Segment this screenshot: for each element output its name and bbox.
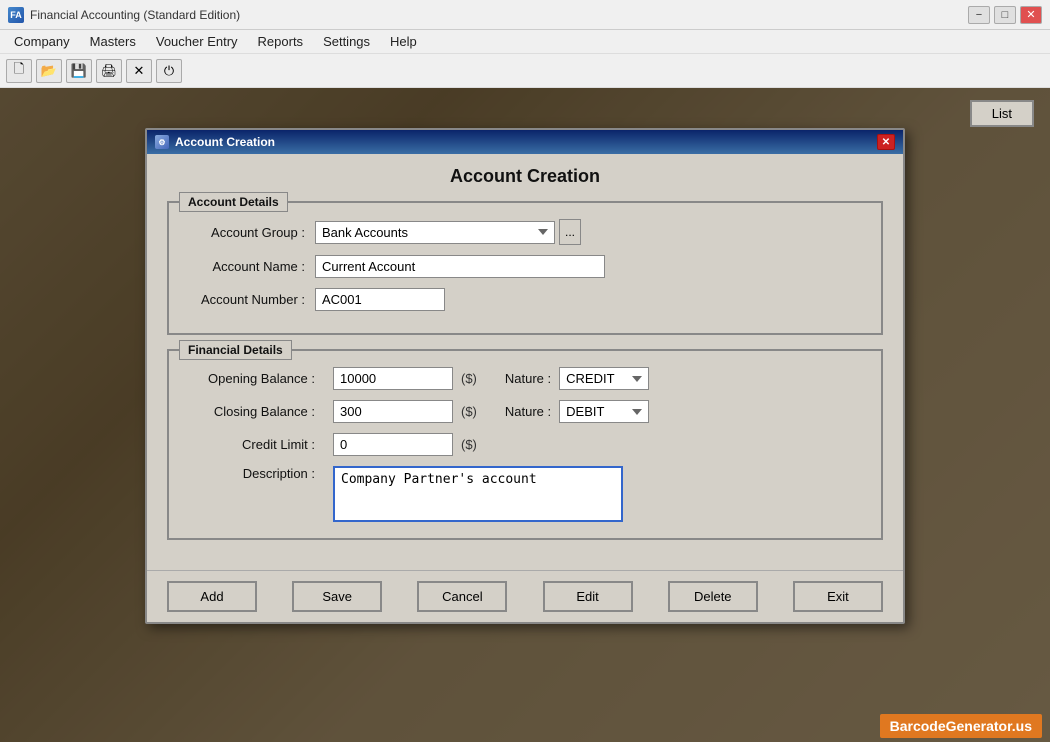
account-group-wrap: Bank AccountsCash Accounts ... bbox=[315, 219, 581, 245]
opening-balance-currency: ($) bbox=[461, 371, 477, 386]
menubar: Company Masters Voucher Entry Reports Se… bbox=[0, 30, 1050, 54]
maximize-button[interactable]: □ bbox=[994, 6, 1016, 24]
dialog-heading: Account Creation bbox=[167, 166, 883, 187]
dialog-title: Account Creation bbox=[175, 135, 877, 149]
dialog-container: ⚙ Account Creation ✕ Account Creation Li… bbox=[0, 88, 1050, 742]
save-icon[interactable]: 💾 bbox=[66, 59, 92, 83]
credit-limit-currency: ($) bbox=[461, 437, 477, 452]
closing-nature-label: Nature : bbox=[505, 404, 551, 419]
credit-limit-input[interactable] bbox=[333, 433, 453, 456]
account-group-row: Account Group : Bank AccountsCash Accoun… bbox=[185, 219, 865, 245]
open-icon[interactable]: 📂 bbox=[36, 59, 62, 83]
account-details-label: Account Details bbox=[179, 192, 288, 212]
closing-balance-currency: ($) bbox=[461, 404, 477, 419]
closing-balance-label: Closing Balance : bbox=[185, 404, 325, 419]
minimize-button[interactable]: − bbox=[968, 6, 990, 24]
toolbar: 🗋 📂 💾 🖨 ✕ ⏻ bbox=[0, 54, 1050, 88]
list-button[interactable]: List bbox=[970, 100, 1034, 127]
add-button[interactable]: Add bbox=[167, 581, 257, 612]
menu-voucher-entry[interactable]: Voucher Entry bbox=[146, 32, 248, 51]
account-name-input[interactable] bbox=[315, 255, 605, 278]
dialog-titlebar: ⚙ Account Creation ✕ bbox=[147, 130, 903, 154]
account-name-row: Account Name : bbox=[185, 255, 865, 278]
credit-limit-label: Credit Limit : bbox=[185, 437, 325, 452]
description-label: Description : bbox=[185, 466, 325, 481]
account-group-browse-button[interactable]: ... bbox=[559, 219, 581, 245]
closing-nature-select[interactable]: DEBITCREDIT bbox=[559, 400, 649, 423]
account-number-input[interactable] bbox=[315, 288, 445, 311]
opening-balance-label: Opening Balance : bbox=[185, 371, 325, 386]
exit-icon[interactable]: ⏻ bbox=[156, 59, 182, 83]
cancel-button[interactable]: Cancel bbox=[417, 581, 507, 612]
exit-button[interactable]: Exit bbox=[793, 581, 883, 612]
edit-button[interactable]: Edit bbox=[543, 581, 633, 612]
closing-balance-input[interactable] bbox=[333, 400, 453, 423]
titlebar-buttons: − □ ✕ bbox=[968, 6, 1042, 24]
save-button[interactable]: Save bbox=[292, 581, 382, 612]
menu-company[interactable]: Company bbox=[4, 32, 80, 51]
delete-icon[interactable]: ✕ bbox=[126, 59, 152, 83]
menu-help[interactable]: Help bbox=[380, 32, 427, 51]
account-group-select[interactable]: Bank AccountsCash Accounts bbox=[315, 221, 555, 244]
menu-reports[interactable]: Reports bbox=[248, 32, 314, 51]
financial-details-label: Financial Details bbox=[179, 340, 292, 360]
dialog-body: Account Creation List Account Details Ac… bbox=[147, 154, 903, 570]
menu-settings[interactable]: Settings bbox=[313, 32, 380, 51]
account-number-row: Account Number : bbox=[185, 288, 865, 311]
credit-limit-row: Credit Limit : ($) bbox=[185, 433, 865, 456]
opening-balance-row: Opening Balance : ($) Nature : CREDITDEB… bbox=[185, 367, 865, 390]
description-input[interactable] bbox=[333, 466, 623, 522]
financial-details-section: Financial Details Opening Balance : ($) … bbox=[167, 349, 883, 540]
app-icon: FA bbox=[8, 7, 24, 23]
titlebar: FA Financial Accounting (Standard Editio… bbox=[0, 0, 1050, 30]
watermark: BarcodeGenerator.us bbox=[880, 714, 1042, 738]
close-app-button[interactable]: ✕ bbox=[1020, 6, 1042, 24]
opening-nature-label: Nature : bbox=[505, 371, 551, 386]
account-name-label: Account Name : bbox=[185, 259, 315, 274]
menu-masters[interactable]: Masters bbox=[80, 32, 146, 51]
dialog-close-button[interactable]: ✕ bbox=[877, 134, 895, 150]
description-row: Description : bbox=[185, 466, 865, 522]
account-creation-dialog: ⚙ Account Creation ✕ Account Creation Li… bbox=[145, 128, 905, 624]
print-icon[interactable]: 🖨 bbox=[96, 59, 122, 83]
account-number-label: Account Number : bbox=[185, 292, 315, 307]
app-title: Financial Accounting (Standard Edition) bbox=[30, 8, 968, 22]
account-group-label: Account Group : bbox=[185, 225, 315, 240]
delete-button[interactable]: Delete bbox=[668, 581, 758, 612]
dialog-icon: ⚙ bbox=[155, 135, 169, 149]
closing-balance-row: Closing Balance : ($) Nature : DEBITCRED… bbox=[185, 400, 865, 423]
opening-balance-input[interactable] bbox=[333, 367, 453, 390]
opening-nature-select[interactable]: CREDITDEBIT bbox=[559, 367, 649, 390]
new-icon[interactable]: 🗋 bbox=[6, 59, 32, 83]
account-details-section: Account Details Account Group : Bank Acc… bbox=[167, 201, 883, 335]
button-bar: Add Save Cancel Edit Delete Exit bbox=[147, 570, 903, 622]
